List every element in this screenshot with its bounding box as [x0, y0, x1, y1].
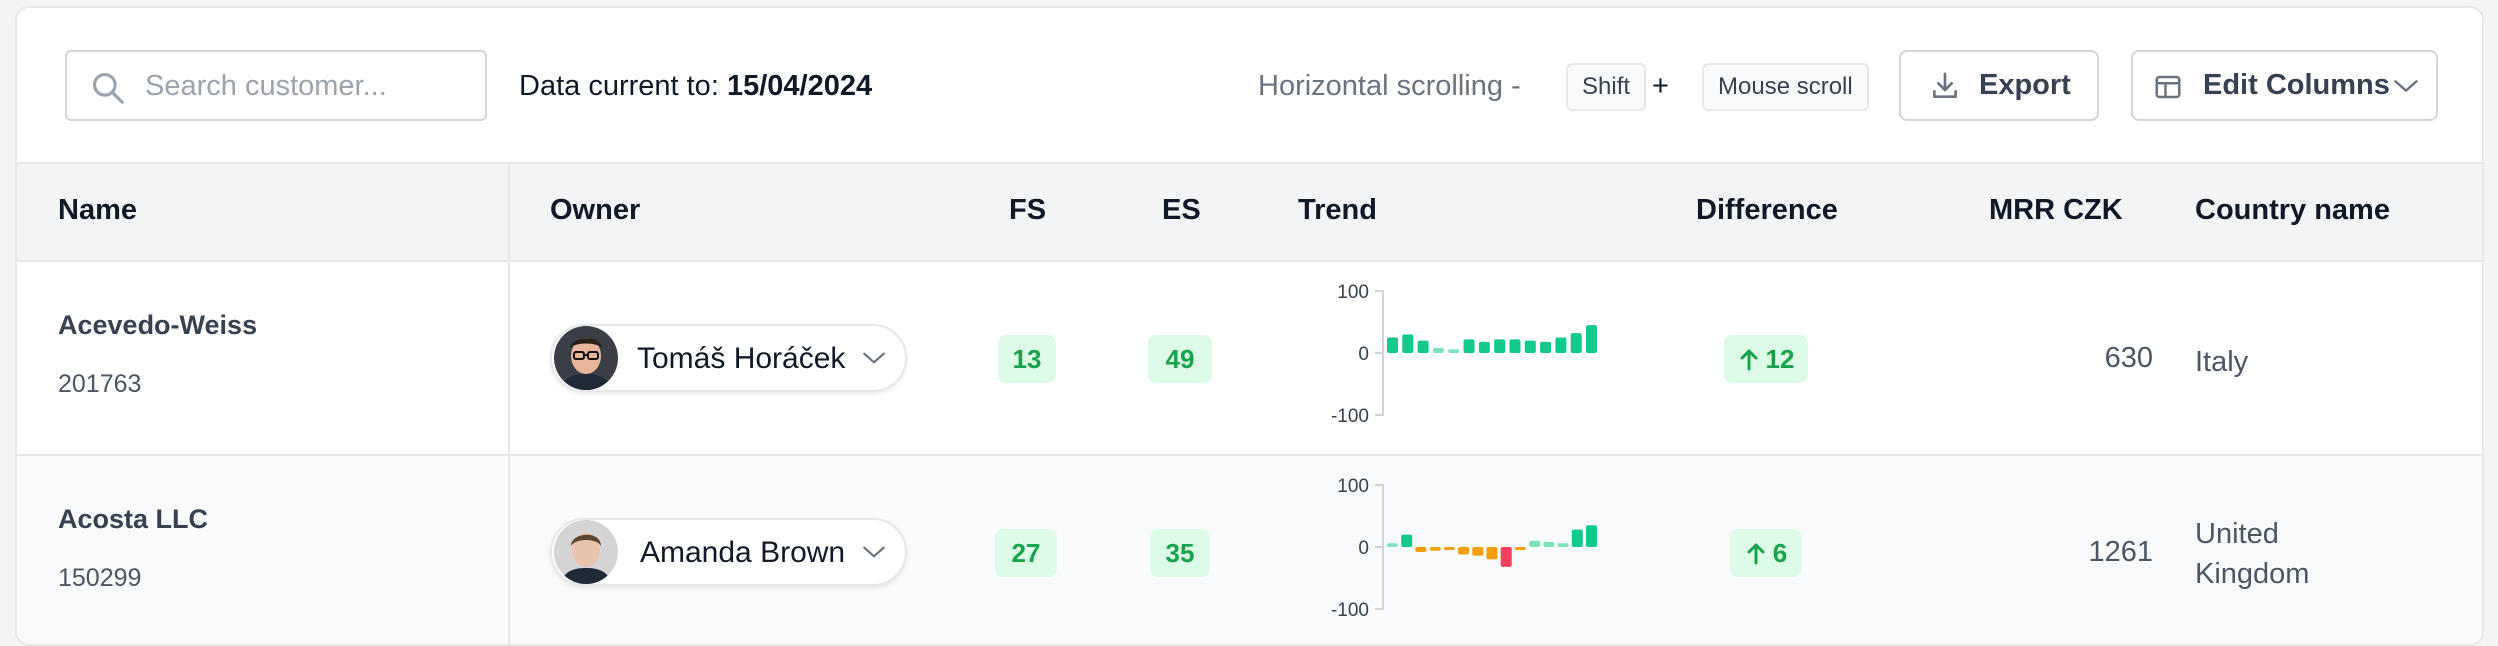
header-es[interactable]: ES	[1162, 194, 1201, 227]
plus-sign: +	[1652, 70, 1669, 102]
trend-bar	[1463, 339, 1475, 353]
es-badge: 35	[1150, 529, 1210, 577]
trend-bar	[1458, 547, 1470, 555]
difference-value: 12	[1765, 343, 1795, 374]
trend-bar	[1555, 337, 1567, 353]
download-icon	[1933, 72, 1957, 98]
trend-tick-label: 100	[1337, 478, 1369, 497]
header-fs[interactable]: FS	[1009, 194, 1046, 227]
owner-select[interactable]: Tomáš Horáček	[550, 324, 907, 392]
trend-bar	[1417, 340, 1429, 353]
customer-name[interactable]: Acevedo-Weiss	[58, 310, 257, 341]
trend-bar	[1571, 529, 1583, 547]
shift-key-badge: Shift	[1566, 63, 1647, 111]
trend-bar	[1448, 349, 1460, 353]
es-badge: 49	[1148, 335, 1212, 383]
trend-tick-label: 0	[1358, 538, 1369, 559]
owner-select[interactable]: Amanda Brown	[550, 518, 907, 586]
table-row[interactable]: Acosta LLC 150299 Amanda Brown 27 35 100…	[17, 456, 2482, 644]
trend-bar	[1472, 547, 1484, 556]
customer-table-card: Data current to: 15/04/2024 Horizontal s…	[15, 6, 2484, 646]
trend-tick-label: 0	[1358, 344, 1369, 365]
avatar	[554, 326, 618, 390]
trend-bar	[1524, 340, 1536, 353]
owner-name: Amanda Brown	[640, 536, 846, 569]
export-button[interactable]: Export	[1899, 50, 2099, 121]
avatar	[554, 520, 618, 584]
difference-badge: 6	[1730, 529, 1802, 577]
trend-bar	[1494, 339, 1506, 353]
trend-chart: 100 0 -100	[1331, 478, 1597, 621]
owner-name: Tomáš Horáček	[637, 342, 846, 375]
trend-tick-label: -100	[1331, 600, 1369, 621]
difference-value: 6	[1772, 537, 1788, 568]
column-divider	[508, 162, 510, 644]
customer-name[interactable]: Acosta LLC	[58, 504, 208, 535]
hscroll-hint: Horizontal scrolling -	[1258, 70, 1521, 102]
header-trend[interactable]: Trend	[1298, 194, 1377, 227]
header-difference[interactable]: Difference	[1696, 194, 1838, 227]
fs-badge: 13	[998, 335, 1056, 383]
toolbar: Data current to: 15/04/2024 Horizontal s…	[17, 8, 2482, 162]
chevron-down-icon	[2394, 80, 2418, 92]
mrr-value: 1261	[2088, 536, 2153, 568]
search-box[interactable]	[65, 50, 487, 121]
search-icon	[92, 72, 124, 104]
header-country[interactable]: Country name	[2195, 194, 2390, 227]
trend-bar	[1387, 337, 1398, 353]
trend-bar	[1500, 547, 1512, 567]
country-name: Italy	[2195, 346, 2249, 378]
header-name[interactable]: Name	[58, 194, 137, 227]
trend-bar	[1514, 547, 1526, 550]
trend-bar	[1586, 525, 1597, 547]
trend-bar	[1432, 348, 1444, 353]
trend-bar	[1570, 333, 1582, 353]
edit-columns-label: Edit Columns	[2203, 69, 2390, 101]
edit-columns-button[interactable]: Edit Columns	[2131, 50, 2438, 121]
mrr-value: 630	[2104, 342, 2153, 374]
trend-tick-label: -100	[1331, 406, 1369, 427]
table-row[interactable]: Acevedo-Weiss 201763 Tomáš Horáček 13 49…	[17, 262, 2482, 456]
trend-bar	[1557, 543, 1569, 547]
fs-badge: 27	[995, 529, 1057, 577]
trend-bar	[1486, 547, 1498, 560]
mouse-scroll-badge: Mouse scroll	[1702, 63, 1869, 111]
header-owner[interactable]: Owner	[550, 194, 640, 227]
trend-bar	[1429, 547, 1441, 551]
difference-badge: 12	[1724, 335, 1808, 383]
table-header: Name Owner FS ES Trend Difference MRR CZ…	[17, 162, 2482, 262]
trend-bar	[1509, 339, 1521, 353]
trend-bar	[1543, 542, 1555, 547]
trend-bar	[1586, 325, 1597, 353]
search-input[interactable]	[145, 62, 475, 110]
trend-bar	[1415, 547, 1427, 552]
trend-tick-label: 100	[1337, 284, 1369, 303]
trend-bar	[1387, 543, 1398, 547]
columns-icon	[2155, 75, 2181, 99]
customer-id: 201763	[58, 370, 142, 398]
data-current-info: Data current to: 15/04/2024	[519, 70, 872, 103]
export-label: Export	[1979, 69, 2071, 101]
trend-bar	[1401, 534, 1413, 547]
trend-bar	[1443, 547, 1455, 550]
trend-chart: 100 0 -100	[1331, 284, 1597, 427]
chevron-down-icon	[863, 546, 885, 558]
header-mrr[interactable]: MRR CZK	[1989, 194, 2123, 227]
country-name: United Kingdom	[2195, 518, 2310, 590]
arrow-up-icon	[1747, 543, 1765, 565]
customer-id: 150299	[58, 564, 142, 592]
trend-bar	[1402, 334, 1414, 353]
arrow-up-icon	[1740, 349, 1758, 371]
data-current-date: 15/04/2024	[726, 70, 873, 102]
chevron-down-icon	[863, 352, 885, 364]
trend-bar	[1529, 540, 1541, 547]
trend-bar	[1478, 341, 1490, 353]
data-current-label: Data current to:	[519, 70, 719, 102]
trend-bar	[1540, 341, 1552, 353]
